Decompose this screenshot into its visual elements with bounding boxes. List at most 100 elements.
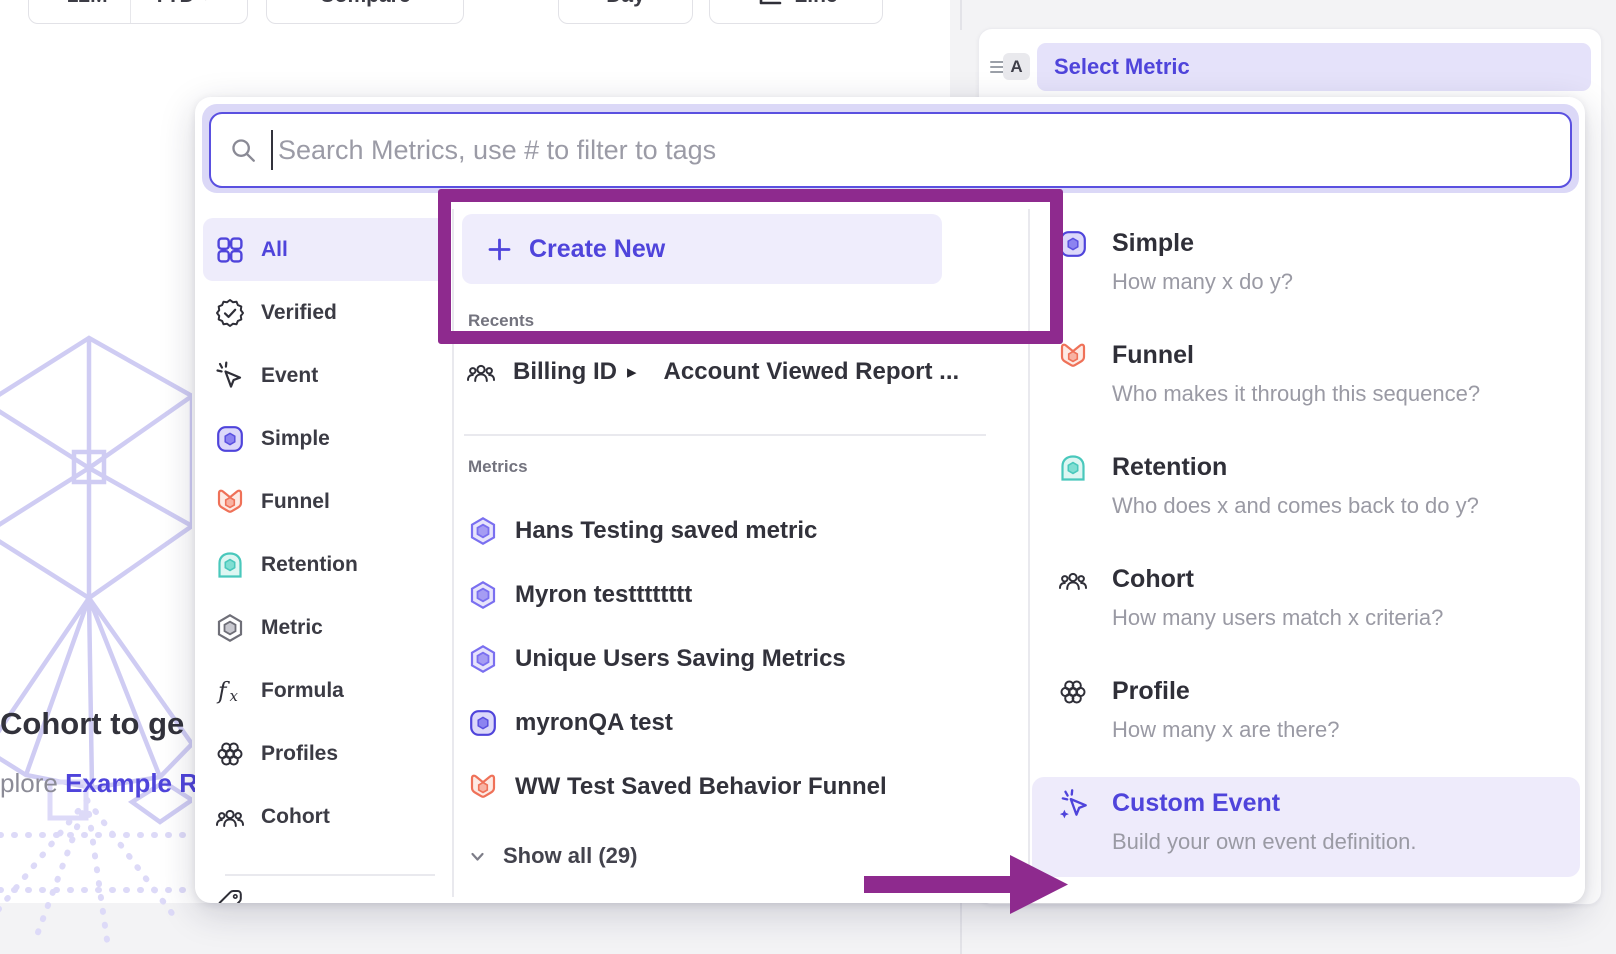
granularity-label: Day	[606, 0, 645, 8]
sidebar-item-label: Verified	[261, 301, 337, 325]
tag-icon	[215, 886, 245, 903]
date-range-control[interactable]: 12M YTD▾	[28, 0, 248, 24]
cohort-icon	[466, 357, 496, 387]
cohort-icon	[1058, 565, 1090, 597]
metric-purple-icon	[468, 580, 498, 610]
metric-type-retention[interactable]: Retention Who does x and comes back to do…	[1032, 441, 1580, 553]
section-divider	[464, 434, 986, 436]
metric-type-simple[interactable]: SimpleHow many x do y?	[1032, 217, 1580, 329]
search-icon	[229, 136, 257, 164]
search-input[interactable]	[271, 130, 1560, 170]
svg-text:f: f	[216, 678, 230, 704]
saved-metrics-list: Hans Testing saved metric Myron testttttt…	[462, 499, 1022, 819]
simple-icon	[468, 708, 498, 738]
funnel-icon	[468, 772, 498, 802]
sidebar-item-retention[interactable]: Retention	[203, 533, 447, 596]
select-metric-field[interactable]: Select Metric	[1037, 43, 1591, 91]
metric-type-description: Build your own event definition.	[1112, 829, 1417, 855]
simple-icon	[1058, 229, 1090, 261]
sidebar-item-metric[interactable]: Metric	[203, 596, 447, 659]
date-range-12m-label: 12M	[67, 0, 108, 8]
sidebar-item-all[interactable]: All	[203, 218, 447, 281]
formula-icon: fx	[215, 676, 245, 706]
custom-event-icon	[1058, 789, 1090, 821]
sidebar-item-label: Simple	[261, 427, 330, 451]
recents-header: Recents	[468, 311, 534, 331]
recent-item[interactable]: Billing ID ▸ Account Viewed Report ...	[462, 349, 959, 395]
sidebar-item-label: Cohort	[261, 805, 330, 829]
retention-icon	[1058, 453, 1090, 485]
sidebar-item-cohort[interactable]: Cohort	[203, 785, 447, 848]
line-chart-icon	[754, 0, 784, 11]
metric-type-description: Who does x and comes back to do y?	[1112, 493, 1479, 519]
metric-type-description: How many x are there?	[1112, 717, 1339, 743]
metric-list-item-label: Unique Users Saving Metrics	[515, 645, 846, 673]
metric-type-description: How many x do y?	[1112, 269, 1293, 295]
recent-item-cohort-name: Billing ID	[513, 358, 617, 386]
metric-purple-icon	[468, 516, 498, 546]
metric-types-column: SimpleHow many x do y?FunnelWho makes it…	[1032, 217, 1580, 877]
link-prefix: plore	[0, 768, 58, 798]
profiles-icon	[1058, 677, 1090, 709]
compare-label: Compare	[319, 0, 410, 8]
chart-type-label: Line	[794, 0, 837, 8]
sidebar-item-label: All	[261, 238, 288, 262]
metric-list-item-label: Hans Testing saved metric	[515, 517, 817, 545]
metric-type-funnel[interactable]: FunnelWho makes it through this sequence…	[1032, 329, 1580, 441]
metric-type-cohort[interactable]: CohortHow many users match x criteria?	[1032, 553, 1580, 665]
caret-right-icon: ▸	[627, 361, 637, 384]
create-new-button[interactable]: Create New	[462, 214, 942, 284]
sidebar-item-simple[interactable]: Simple	[203, 407, 447, 470]
sidebar-item-funnel[interactable]: Funnel	[203, 470, 447, 533]
example-link[interactable]: Example R	[65, 768, 198, 798]
sidebar-divider	[225, 874, 435, 876]
event-icon	[215, 361, 245, 391]
metric-list-item-label: Myron testttttttt	[515, 581, 692, 609]
metric-list-item-label: WW Test Saved Behavior Funnel	[515, 773, 887, 801]
sidebar-item-label: Profiles	[261, 742, 338, 766]
granularity-button[interactable]: Day	[558, 0, 693, 24]
metric-list-item-myronqa-test[interactable]: myronQA test	[462, 691, 1022, 755]
panel-divider	[960, 903, 962, 954]
recent-item-event-name: Account Viewed Report ...	[664, 358, 960, 386]
grid-icon	[215, 235, 245, 265]
metric-type-title: Retention	[1112, 453, 1227, 482]
metric-row-letter-badge: A	[1003, 53, 1030, 80]
metrics-header: Metrics	[468, 457, 528, 477]
profiles-icon	[215, 739, 245, 769]
category-sidebar: All Verified Event Simple FunnelRetention Met…	[203, 218, 447, 848]
search-field[interactable]	[209, 112, 1572, 188]
date-range-12m-button[interactable]: 12M	[45, 0, 130, 23]
metric-icon	[215, 613, 245, 643]
sidebar-item-profiles[interactable]: Profiles	[203, 722, 447, 785]
cohort-icon	[215, 802, 245, 832]
metric-type-description: How many users match x criteria?	[1112, 605, 1443, 631]
metric-list-item-myron-testttttttt[interactable]: Myron testttttttt	[462, 563, 1022, 627]
svg-text:x: x	[230, 687, 239, 705]
metric-type-title: Profile	[1112, 677, 1190, 706]
column-divider	[1028, 209, 1030, 897]
panel-divider	[960, 0, 962, 30]
row-letter: A	[1010, 57, 1022, 77]
show-all-button[interactable]: Show all (29)	[468, 839, 637, 873]
metric-type-custom-event[interactable]: Custom EventBuild your own event definit…	[1032, 777, 1580, 877]
sidebar-item-label: Event	[261, 364, 318, 388]
sidebar-item-formula[interactable]: fxFormula	[203, 659, 447, 722]
column-divider	[452, 209, 454, 897]
plus-icon	[486, 236, 513, 263]
sidebar-item-verified[interactable]: Verified	[203, 281, 447, 344]
create-new-label: Create New	[529, 235, 665, 264]
metric-type-profile[interactable]: Profile How many x are there?	[1032, 665, 1580, 777]
empty-state-link-line: plore Example R	[0, 768, 198, 799]
metric-type-description: Who makes it through this sequence?	[1112, 381, 1480, 407]
metric-list-item-ww-test-saved-behavior-funnel[interactable]: WW Test Saved Behavior Funnel	[462, 755, 1022, 819]
sidebar-item-label: Metric	[261, 616, 323, 640]
metric-list-item-unique-users-saving-metrics[interactable]: Unique Users Saving Metrics	[462, 627, 1022, 691]
metric-list-item-label: myronQA test	[515, 709, 673, 737]
sidebar-item-event[interactable]: Event	[203, 344, 447, 407]
compare-button[interactable]: Compare	[266, 0, 464, 24]
date-range-ytd-button[interactable]: YTD▾	[130, 0, 232, 23]
chart-type-button[interactable]: Line	[709, 0, 883, 24]
metric-list-item-hans-testing-saved-metric[interactable]: Hans Testing saved metric	[462, 499, 1022, 563]
show-all-label: Show all (29)	[503, 843, 637, 869]
